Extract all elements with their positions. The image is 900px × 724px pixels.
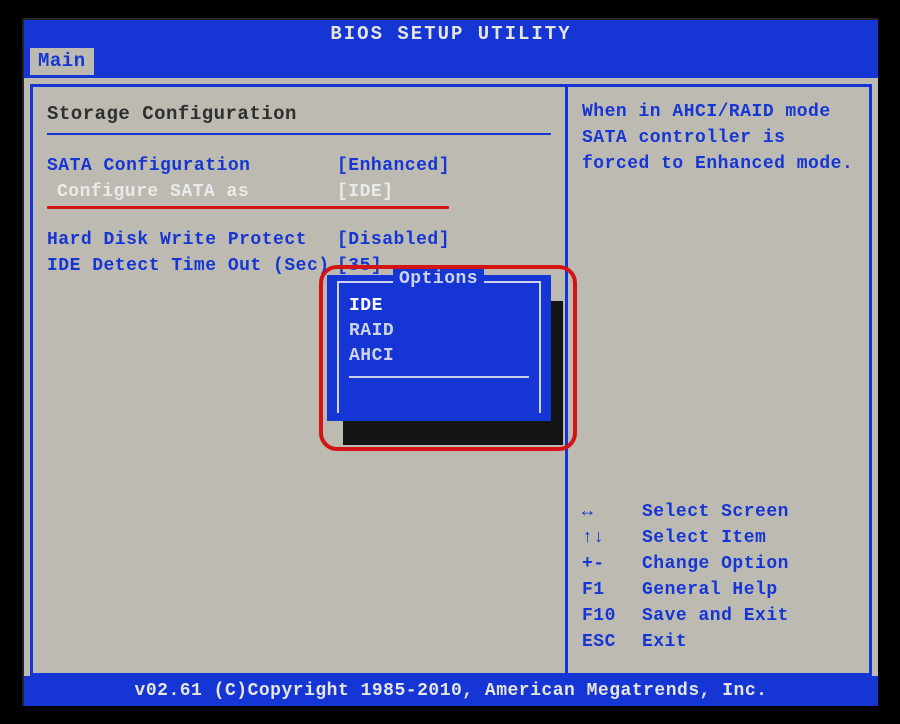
bios-screen: BIOS SETUP UTILITY Main Storage Configur… xyxy=(22,18,878,706)
key-desc: Exit xyxy=(642,632,687,652)
settings-pane: Storage Configuration SATA Configuration… xyxy=(30,84,568,676)
key-select-screen: ↔ Select Screen xyxy=(582,499,855,525)
setting-value: [IDE] xyxy=(337,182,394,202)
setting-label: SATA Configuration xyxy=(47,156,337,176)
key-desc: Select Item xyxy=(642,528,766,548)
popup-title: Options xyxy=(393,269,484,289)
option-label: AHCI xyxy=(349,346,394,366)
key-glyph: F10 xyxy=(582,606,642,626)
key-desc: Save and Exit xyxy=(642,606,789,626)
option-ahci[interactable]: AHCI xyxy=(349,343,529,368)
tab-main[interactable]: Main xyxy=(30,48,94,75)
tab-label: Main xyxy=(38,50,86,72)
option-ide[interactable]: IDE xyxy=(349,293,529,318)
setting-value: [35] xyxy=(337,256,382,276)
row-configure-sata-as[interactable]: Configure SATA as [IDE] xyxy=(47,179,551,205)
key-desc: Select Screen xyxy=(642,502,789,522)
popup-shadow xyxy=(343,417,561,445)
key-save-exit: F10 Save and Exit xyxy=(582,603,855,629)
section-title: Storage Configuration xyxy=(47,99,551,135)
setting-label: IDE Detect Time Out (Sec) xyxy=(47,256,337,276)
key-glyph: ↔ xyxy=(582,502,642,522)
setting-value: [Disabled] xyxy=(337,230,450,250)
popup-shadow xyxy=(549,301,563,445)
footer-text: v02.61 (C)Copyright 1985-2010, American … xyxy=(135,681,768,701)
setting-label: Hard Disk Write Protect xyxy=(47,230,337,250)
options-popup: Options IDE RAID AHCI xyxy=(327,275,551,421)
help-pane: When in AHCI/RAID mode SATA controller i… xyxy=(565,84,872,676)
key-glyph: ESC xyxy=(582,632,642,652)
key-desc: General Help xyxy=(642,580,778,600)
annotation-underline xyxy=(47,206,449,209)
title-bar: BIOS SETUP UTILITY xyxy=(24,20,878,48)
key-change-option: +- Change Option xyxy=(582,551,855,577)
tab-bar: Main xyxy=(24,48,878,78)
option-raid[interactable]: RAID xyxy=(349,318,529,343)
row-sata-configuration[interactable]: SATA Configuration [Enhanced] xyxy=(47,153,551,179)
key-glyph: ↑↓ xyxy=(582,528,642,548)
context-help-text: When in AHCI/RAID mode SATA controller i… xyxy=(582,99,855,177)
key-glyph: F1 xyxy=(582,580,642,600)
app-title: BIOS SETUP UTILITY xyxy=(330,23,571,45)
option-label: IDE xyxy=(349,296,383,316)
row-hd-write-protect[interactable]: Hard Disk Write Protect [Disabled] xyxy=(47,227,551,253)
key-exit: ESC Exit xyxy=(582,629,855,655)
setting-value: [Enhanced] xyxy=(337,156,450,176)
content-panes: Storage Configuration SATA Configuration… xyxy=(24,78,878,676)
option-label: RAID xyxy=(349,321,394,341)
footer-bar: v02.61 (C)Copyright 1985-2010, American … xyxy=(24,676,878,706)
key-glyph: +- xyxy=(582,554,642,574)
key-select-item: ↑↓ Select Item xyxy=(582,525,855,551)
key-general-help: F1 General Help xyxy=(582,577,855,603)
key-desc: Change Option xyxy=(642,554,789,574)
key-legend: ↔ Select Screen ↑↓ Select Item +- Change… xyxy=(582,499,855,661)
setting-label: Configure SATA as xyxy=(47,182,337,202)
